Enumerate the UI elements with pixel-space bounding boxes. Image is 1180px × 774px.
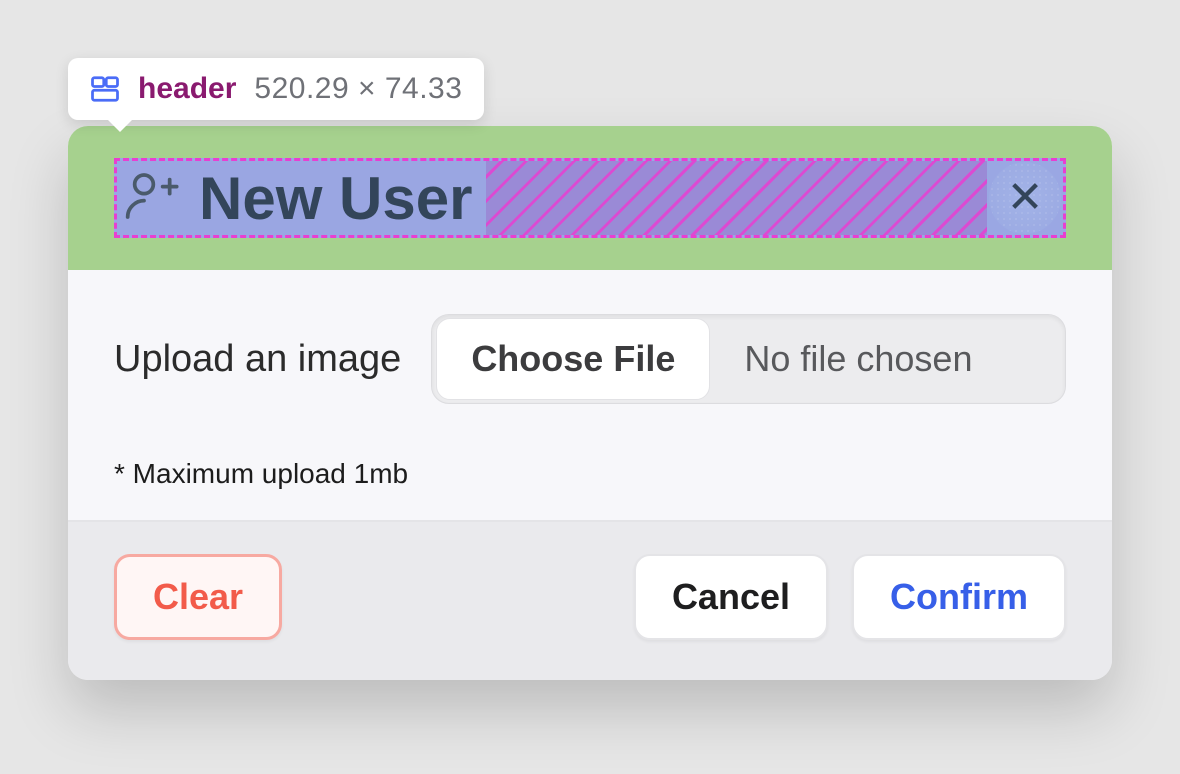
add-user-icon	[123, 168, 179, 229]
devtools-dimensions: 520.29 × 74.33	[254, 72, 462, 106]
choose-file-button[interactable]: Choose File	[436, 318, 710, 400]
dialog-body: Upload an image Choose File No file chos…	[68, 270, 1112, 520]
confirm-button[interactable]: Confirm	[852, 554, 1066, 640]
file-status-text: No file chosen	[714, 338, 1002, 380]
devtools-tooltip: header 520.29 × 74.33	[68, 58, 484, 120]
upload-hint: * Maximum upload 1mb	[114, 458, 1066, 490]
upload-row: Upload an image Choose File No file chos…	[114, 314, 1066, 404]
dialog-header-content: New User	[117, 161, 486, 235]
dialog-header-padding-overlay: New User ✕	[68, 126, 1112, 270]
upload-label: Upload an image	[114, 338, 401, 381]
dialog-title: New User	[199, 164, 472, 233]
clear-button[interactable]: Clear	[114, 554, 282, 640]
devtools-element-tag: header	[138, 72, 236, 106]
flex-gap-overlay	[486, 161, 987, 235]
dialog-header: New User ✕	[114, 158, 1066, 238]
close-icon: ✕	[1007, 176, 1044, 220]
file-input[interactable]: Choose File No file chosen	[431, 314, 1066, 404]
cancel-button[interactable]: Cancel	[634, 554, 828, 640]
dialog-footer: Clear Cancel Confirm	[68, 520, 1112, 680]
new-user-dialog: New User ✕ Upload an image Choose File N…	[68, 126, 1112, 680]
close-button[interactable]: ✕	[989, 162, 1061, 234]
layout-icon	[90, 74, 120, 104]
